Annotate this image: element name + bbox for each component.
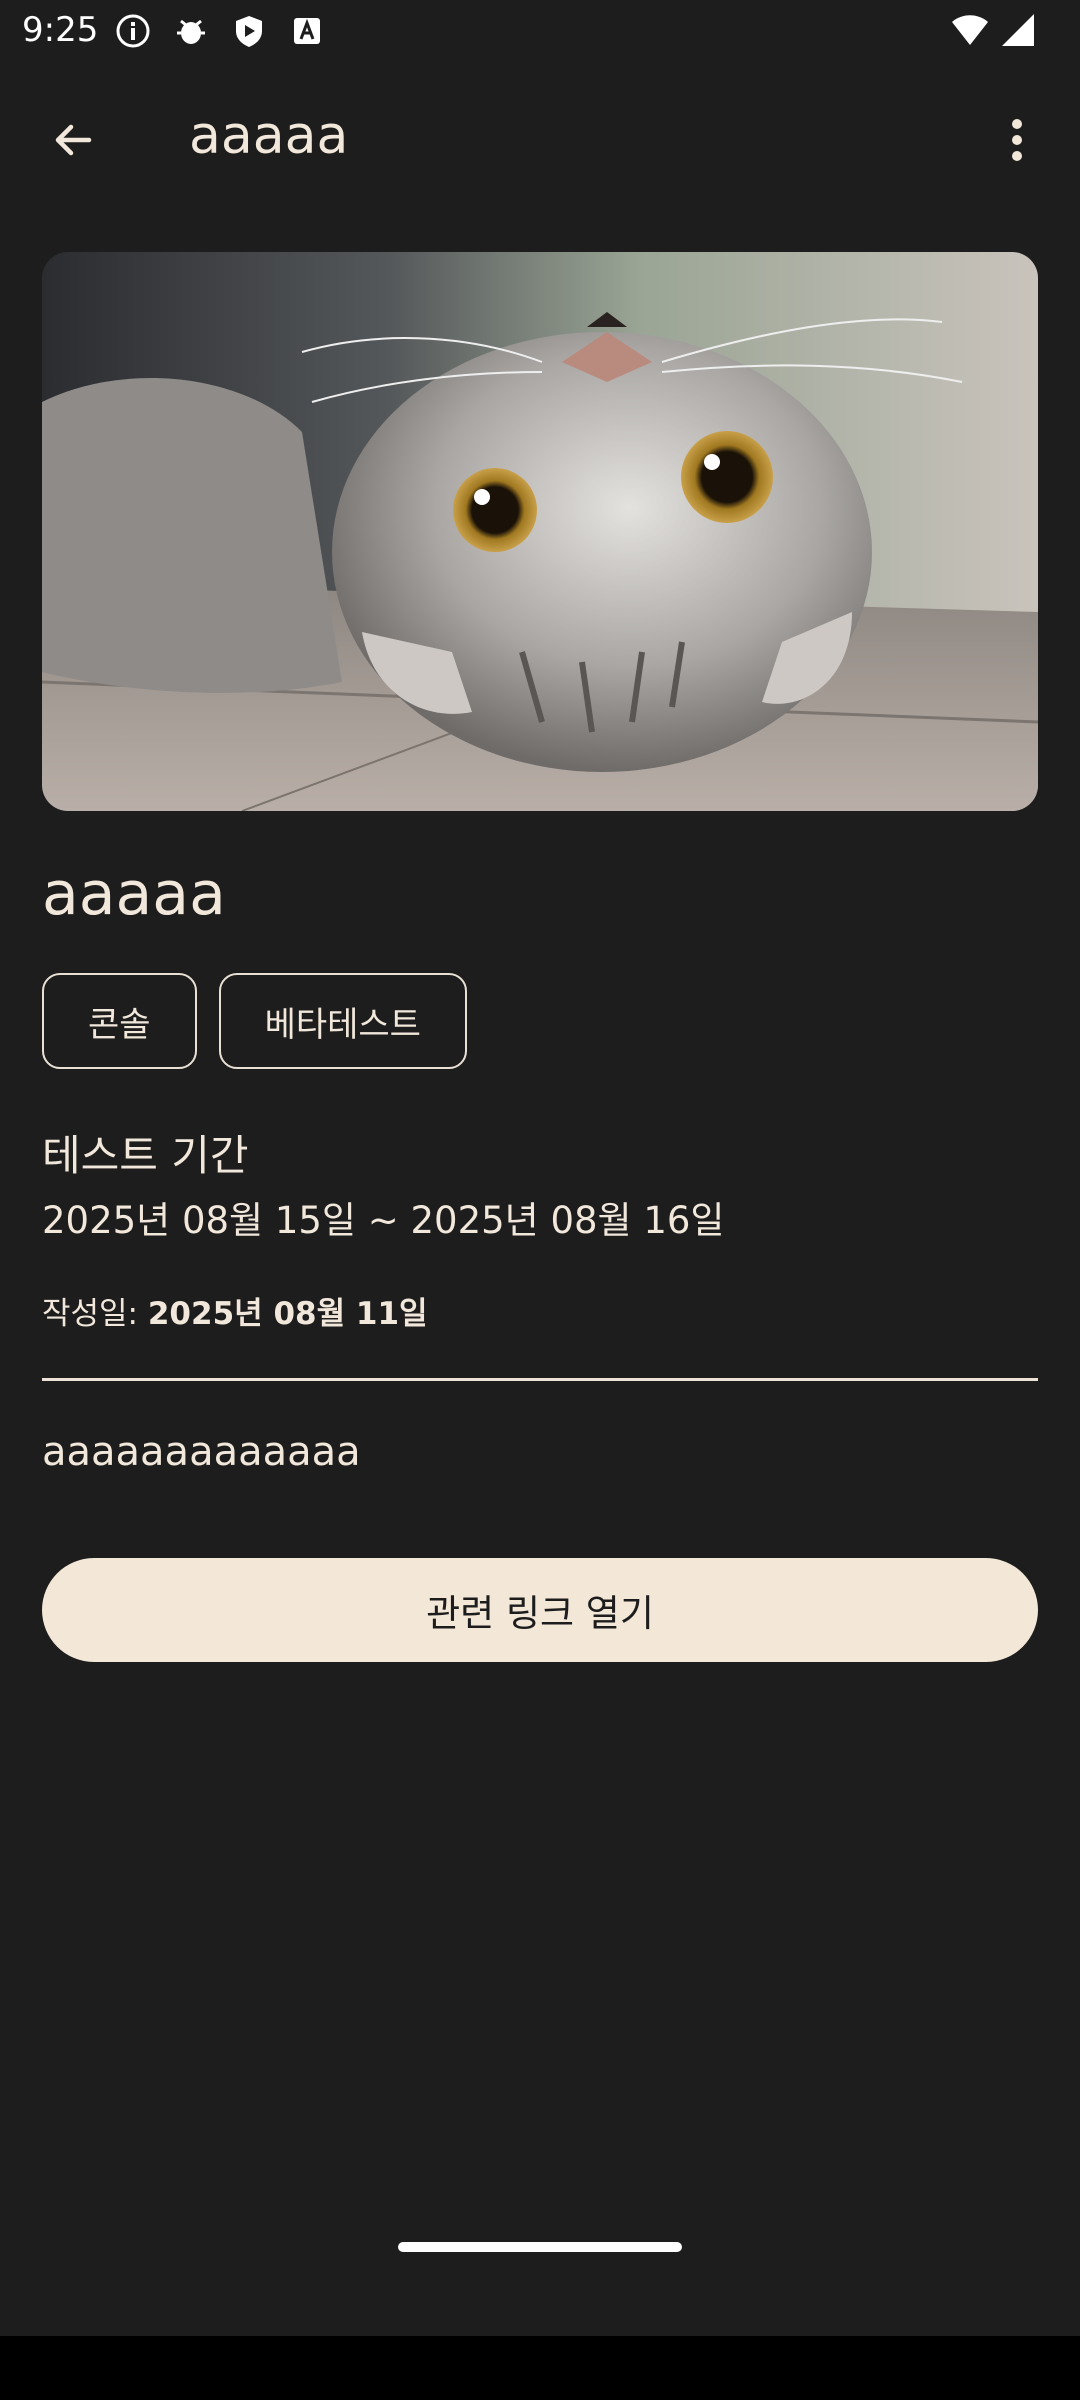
more-vert-icon (1012, 119, 1022, 161)
post-detail-screen: 9:25 aaaaa aaaaa 콘솔 베타테스트 테스트 기간 2025년 0… (0, 0, 1080, 2400)
more-options-button[interactable] (978, 101, 1056, 179)
signal-icon (1000, 12, 1036, 52)
info-icon (114, 12, 152, 50)
tag-chip-console[interactable]: 콘솔 (42, 973, 197, 1069)
status-left-icons (114, 12, 326, 50)
navigation-bar (0, 2336, 1080, 2400)
cat-photo (42, 252, 1038, 811)
font-a-icon (288, 12, 326, 50)
post-body: aaaaaaaaaaaaa (42, 1429, 361, 1475)
status-time: 9:25 (22, 10, 99, 50)
test-period-label: 테스트 기간 (42, 1131, 249, 1180)
post-title: aaaaa (42, 859, 226, 929)
debug-bug-icon (172, 12, 210, 50)
status-right-icons (950, 12, 1036, 52)
created-date-value: 2025년 08월 11일 (147, 1296, 428, 1332)
app-bar-title: aaaaa (189, 106, 349, 166)
divider (42, 1378, 1038, 1381)
app-bar: aaaaa (0, 63, 1080, 209)
wifi-icon (950, 12, 990, 52)
home-indicator[interactable] (398, 2242, 682, 2252)
created-date: 작성일: 2025년 08월 11일 (42, 1292, 428, 1336)
created-date-label: 작성일: (42, 1296, 148, 1332)
tag-chip-beta-test[interactable]: 베타테스트 (218, 973, 467, 1069)
shield-icon (230, 12, 268, 50)
open-related-link-button[interactable]: 관련 링크 열기 (42, 1558, 1038, 1662)
back-button[interactable] (34, 101, 112, 179)
tag-list: 콘솔 베타테스트 (42, 973, 467, 1069)
post-image (42, 252, 1038, 811)
test-period-value: 2025년 08월 15일 ~ 2025년 08월 16일 (42, 1199, 725, 1242)
status-bar: 9:25 (0, 0, 1080, 63)
arrow-back-icon (55, 124, 92, 156)
